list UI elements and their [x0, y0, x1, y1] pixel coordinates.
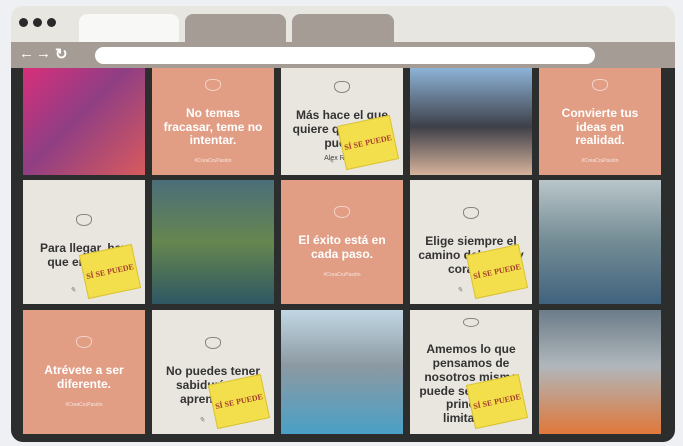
gallery-tile[interactable]: Más hace el que quiere que el que puedeA…	[281, 68, 403, 175]
gallery-tile[interactable]	[539, 310, 661, 434]
browser-tab[interactable]	[292, 14, 394, 44]
brand-logo-icon	[76, 336, 92, 349]
signature-icon: ✎	[328, 157, 334, 165]
window-controls	[19, 18, 56, 27]
hashtag: #CreaCruPasión	[581, 158, 619, 165]
browser-tab[interactable]	[185, 14, 286, 44]
gallery-tile[interactable]	[23, 68, 145, 175]
gallery-tile[interactable]	[281, 310, 403, 434]
tab-bar	[11, 6, 675, 44]
brand-logo-icon	[463, 318, 479, 328]
quote-text: No temas fracasar, teme no intentar.	[163, 105, 263, 148]
brand-logo-icon	[592, 78, 608, 91]
book-cover-icon: SÍ SE PUEDE	[465, 243, 529, 300]
hashtag: #CreaCruPasión	[65, 401, 103, 408]
forward-arrow-icon[interactable]: →	[36, 45, 51, 62]
brand-logo-icon	[334, 81, 350, 94]
brand-logo-icon	[463, 207, 479, 220]
gallery-tile[interactable]: El éxito está en cada paso. #CreaCruPasión	[281, 180, 403, 304]
quote-text: El éxito está en cada paso.	[298, 233, 386, 261]
brand-logo-icon	[334, 206, 350, 219]
quote-text: Convierte tus ideas en realidad.	[561, 105, 639, 148]
browser-window: ← → ↻ No temas fracasar, teme no intentar.…	[11, 6, 675, 442]
gallery-tile[interactable]: Atrévete a ser diferente. #CreaCruPasión	[23, 310, 145, 434]
window-dot[interactable]	[47, 18, 56, 27]
book-cover-icon: SÍ SE PUEDE	[207, 373, 271, 430]
brand-logo-icon	[205, 78, 221, 91]
gallery-tile[interactable]	[410, 68, 532, 175]
gallery-tile[interactable]: Amemos lo que pensamos de nosotros mismo…	[410, 310, 532, 434]
signature-icon: ✎	[70, 286, 76, 294]
gallery-tile[interactable]	[152, 180, 274, 304]
photo-scene	[281, 310, 403, 434]
gallery-tile[interactable]: No puedes tener sabiduría sin aprendizaj…	[152, 310, 274, 434]
reload-icon[interactable]: ↻	[55, 45, 68, 63]
signature-icon: ✎	[457, 286, 463, 294]
photo-scene	[152, 180, 274, 304]
image-gallery[interactable]: No temas fracasar, teme no intentar. #CreaC…	[11, 68, 675, 442]
gallery-tile[interactable]: Para llegar, hay que empezarSÍ SE PUEDE✎	[23, 180, 145, 304]
photo-scene	[23, 68, 145, 175]
hashtag: #CreaCruPasión	[323, 271, 361, 278]
quote-text: Atrévete a ser diferente.	[44, 363, 124, 391]
address-bar[interactable]	[95, 47, 595, 64]
photo-scene	[410, 68, 532, 175]
window-dot[interactable]	[19, 18, 28, 27]
signature-icon: ✎	[457, 416, 463, 424]
toolbar: ← → ↻	[11, 42, 675, 68]
gallery-tile[interactable]: Convierte tus ideas en realidad. #CreaCruPa…	[539, 68, 661, 175]
photo-scene	[539, 180, 661, 304]
window-dot[interactable]	[33, 18, 42, 27]
book-cover-icon: SÍ SE PUEDE	[78, 243, 142, 300]
photo-scene	[539, 310, 661, 434]
hashtag: #CreaCruPasión	[194, 158, 232, 165]
gallery-tile[interactable]: Elige siempre el camino del amor y coraz…	[410, 180, 532, 304]
signature-icon: ✎	[199, 416, 205, 424]
book-cover-icon: SÍ SE PUEDE	[336, 114, 400, 171]
browser-tab-active[interactable]	[79, 14, 179, 44]
gallery-tile[interactable]: No temas fracasar, teme no intentar. #CreaC…	[152, 68, 274, 175]
brand-logo-icon	[205, 337, 221, 350]
gallery-tile[interactable]	[539, 180, 661, 304]
back-arrow-icon[interactable]: ←	[19, 45, 34, 62]
brand-logo-icon	[76, 214, 92, 227]
